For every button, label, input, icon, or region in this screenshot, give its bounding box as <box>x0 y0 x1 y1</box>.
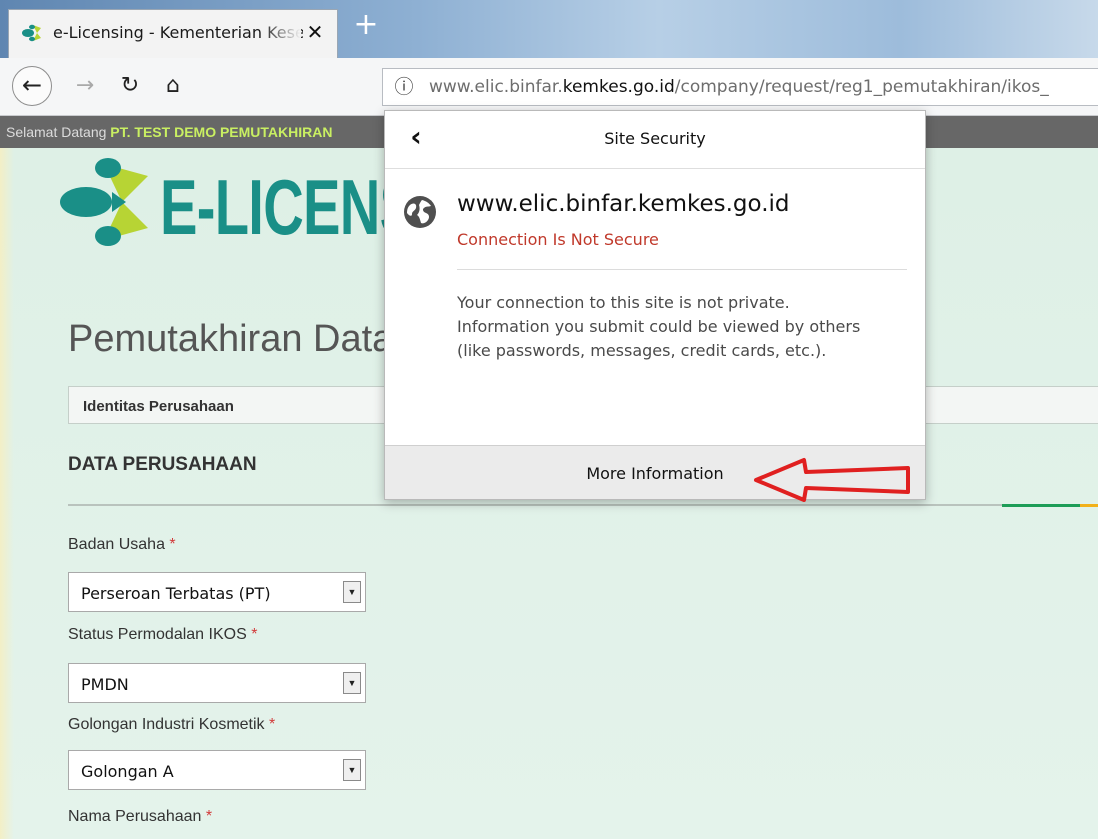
browser-tab-bar: e-Licensing - Kementerian Kesehatan ✕ + <box>0 0 1098 58</box>
badan-usaha-select[interactable]: Perseroan Terbatas (PT) ▼ <box>68 572 366 612</box>
connection-description: Your connection to this site is not priv… <box>457 293 861 360</box>
golongan-industri-select[interactable]: Golongan A ▼ <box>68 750 366 790</box>
status-permodalan-select[interactable]: PMDN ▼ <box>68 663 366 703</box>
required-mark: * <box>205 808 213 825</box>
forward-arrow-icon[interactable]: → <box>70 71 100 101</box>
status-permodalan-label: Status Permodalan IKOS * <box>68 626 257 644</box>
popup-host: www.elic.binfar.kemkes.go.id <box>457 191 790 217</box>
home-icon[interactable]: ⌂ <box>158 71 188 101</box>
nama-perusahaan-label-text: Nama Perusahaan <box>68 808 202 825</box>
welcome-text: Selamat Datang PT. TEST DEMO PEMUTAKHIRA… <box>6 124 333 140</box>
chevron-down-icon[interactable]: ▼ <box>343 672 361 694</box>
divider-accent-yellow <box>1080 504 1098 507</box>
back-arrow-icon[interactable]: ← <box>12 66 52 106</box>
new-tab-icon[interactable]: + <box>344 8 388 44</box>
required-mark: * <box>251 626 258 643</box>
chevron-down-icon[interactable]: ▼ <box>343 581 361 603</box>
section-divider <box>68 504 1098 506</box>
badan-usaha-label: Badan Usaha * <box>68 536 176 554</box>
page-left-edge <box>0 148 14 839</box>
address-bar[interactable]: ⓘ www.elic.binfar.kemkes.go.id/company/r… <box>382 68 1098 106</box>
welcome-prefix: Selamat Datang <box>6 124 111 140</box>
browser-nav-bar: ← → ↻ ⌂ ⓘ www.elic.binfar.kemkes.go.id/c… <box>0 58 1098 116</box>
elicensing-logo-icon <box>60 158 148 246</box>
url-text[interactable]: www.elic.binfar.kemkes.go.id/company/req… <box>429 77 1098 99</box>
popup-header: ‹ Site Security <box>385 111 925 169</box>
chevron-down-icon[interactable]: ▼ <box>343 759 361 781</box>
required-mark: * <box>169 536 176 553</box>
company-name: PT. TEST DEMO PEMUTAKHIRAN <box>110 124 333 140</box>
status-permodalan-label-text: Status Permodalan IKOS <box>68 626 247 643</box>
globe-icon <box>404 196 436 228</box>
nama-perusahaan-label: Nama Perusahaan * <box>68 808 212 826</box>
status-permodalan-value: PMDN <box>81 675 129 694</box>
section-title: DATA PERUSAHAAN <box>68 454 257 475</box>
golongan-industri-label-text: Golongan Industri Kosmetik <box>68 716 265 733</box>
browser-tab[interactable]: e-Licensing - Kementerian Kesehatan ✕ <box>8 9 338 58</box>
popup-divider <box>457 269 907 270</box>
badan-usaha-label-text: Badan Usaha <box>68 536 165 553</box>
red-annotation-arrow-icon <box>754 458 910 502</box>
site-security-popup: ‹ Site Security www.elic.binfar.kemkes.g… <box>384 110 926 500</box>
badan-usaha-value: Perseroan Terbatas (PT) <box>81 584 271 603</box>
elicensing-favicon-icon <box>22 24 41 42</box>
connection-status: Connection Is Not Secure <box>457 230 659 249</box>
required-mark: * <box>269 716 276 733</box>
url-path: /company/request/reg1_pemutakhiran/ikos_ <box>674 77 1049 97</box>
divider-accent-green <box>1002 504 1080 507</box>
site-info-icon[interactable]: ⓘ <box>391 74 417 100</box>
reload-icon[interactable]: ↻ <box>115 71 145 101</box>
tab-title-fade <box>261 16 301 46</box>
golongan-industri-label: Golongan Industri Kosmetik * <box>68 716 275 734</box>
url-prefix: www.elic.binfar. <box>429 77 563 97</box>
tab-identitas-perusahaan[interactable]: Identitas Perusahaan <box>83 398 234 415</box>
url-domain: kemkes.go.id <box>562 77 675 97</box>
popup-title: Site Security <box>604 129 706 148</box>
golongan-industri-value: Golongan A <box>81 762 174 781</box>
page-title: Pemutakhiran Data <box>68 318 394 360</box>
close-tab-icon[interactable]: ✕ <box>303 20 327 44</box>
